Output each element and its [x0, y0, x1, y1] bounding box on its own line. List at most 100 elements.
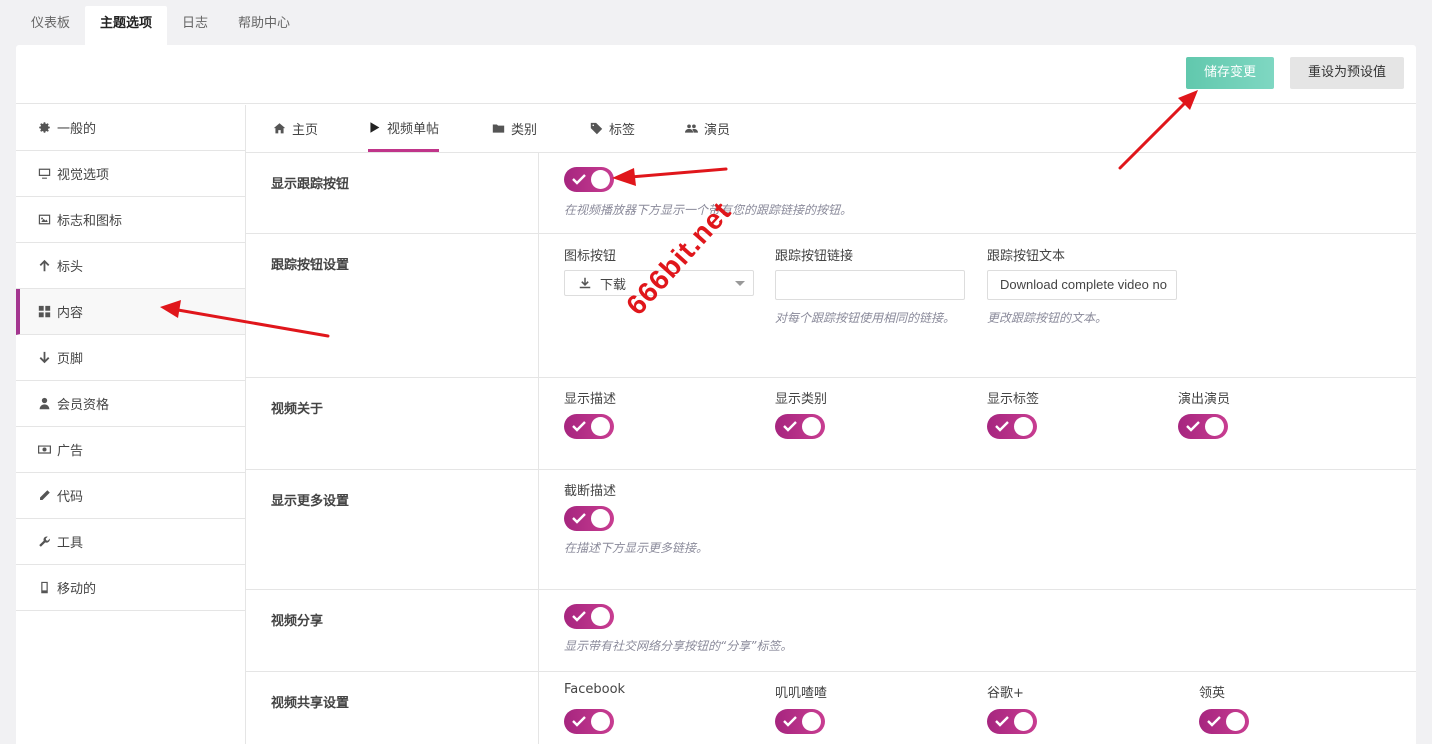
tab-label: 主页	[292, 123, 319, 138]
sidebar-item-label: 标志和图标	[57, 214, 123, 229]
row-label: 视频关于	[246, 378, 539, 469]
top-tab-help[interactable]: 帮助中心	[223, 6, 305, 45]
tracking-link-input[interactable]	[775, 270, 965, 300]
sidebar-item-header[interactable]: 标头	[16, 243, 245, 289]
toggle-knob	[591, 712, 610, 731]
check-icon	[572, 611, 586, 622]
sidebar-item-ads[interactable]: 广告	[16, 427, 245, 473]
tab-home[interactable]: 主页	[273, 105, 318, 152]
toggle-knob	[802, 417, 821, 436]
sidebar-item-label: 会员资格	[57, 398, 110, 413]
row-tracking-settings: 跟踪按钮设置 图标按钮 下载 跟踪按钮链接 对每个跟踪按钮使用相同的链接。 跟踪…	[246, 234, 1416, 378]
reset-defaults-button[interactable]: 重设为预设值	[1290, 57, 1404, 89]
tracking-text-input[interactable]: Download complete video no	[987, 270, 1177, 300]
share-twitter-toggle[interactable]	[775, 709, 825, 734]
toggle-knob	[591, 417, 610, 436]
tab-actors[interactable]: 演员	[685, 105, 730, 152]
check-icon	[783, 716, 797, 727]
sidebar-item-label: 工具	[57, 536, 84, 551]
folder-icon	[492, 124, 505, 133]
sidebar-item-label: 移动的	[57, 582, 97, 597]
tab-video-single[interactable]: 视频单帖	[368, 105, 440, 152]
show-categories-toggle[interactable]	[775, 414, 825, 439]
sidebar-item-visual[interactable]: 视觉选项	[16, 151, 245, 197]
toggle-knob	[591, 170, 610, 189]
field-label: Facebook	[564, 682, 626, 697]
field-label: 图标按钮	[564, 249, 617, 264]
save-changes-button[interactable]: 储存变更	[1186, 57, 1274, 89]
arrow-down-icon	[37, 351, 51, 365]
field-label: 截断描述	[564, 484, 617, 499]
check-icon	[572, 421, 586, 432]
panel-header: 储存变更 重设为预设值	[16, 45, 1416, 104]
field-label: 跟踪按钮文本	[987, 249, 1066, 264]
wrench-icon	[37, 535, 51, 549]
toggle-knob	[1014, 417, 1033, 436]
video-share-toggle[interactable]	[564, 604, 614, 629]
field-description: 显示带有社交网络分享按钮的“分享”标签。	[564, 639, 793, 653]
show-tags-toggle[interactable]	[987, 414, 1037, 439]
toggle-knob	[1226, 712, 1245, 731]
options-panel: 储存变更 重设为预设值 一般的 视觉选项 标志和图标 标头 内容 页脚 会员资格…	[16, 45, 1416, 744]
top-tab-dashboard[interactable]: 仪表板	[16, 6, 85, 45]
sidebar-item-label: 标头	[57, 260, 84, 275]
sidebar-item-label: 一般的	[57, 122, 97, 137]
sidebar-item-footer[interactable]: 页脚	[16, 335, 245, 381]
tab-categories[interactable]: 类别	[492, 105, 537, 152]
top-tab-log[interactable]: 日志	[167, 6, 223, 45]
share-google-toggle[interactable]	[987, 709, 1037, 734]
field-label: 显示类别	[775, 392, 828, 407]
tab-tags[interactable]: 标签	[590, 105, 635, 152]
tab-label: 演员	[704, 123, 731, 138]
arrow-up-icon	[37, 259, 51, 273]
tracking-button-toggle[interactable]	[564, 167, 614, 192]
row-label: 跟踪按钮设置	[246, 234, 539, 377]
top-tab-theme-options[interactable]: 主题选项	[85, 6, 168, 45]
show-actors-toggle[interactable]	[1178, 414, 1228, 439]
sidebar-item-logo[interactable]: 标志和图标	[16, 197, 245, 243]
row-video-share: 视频分享 显示带有社交网络分享按钮的“分享”标签。	[246, 590, 1416, 672]
gear-icon	[37, 121, 51, 135]
row-label: 视频分享	[246, 590, 539, 671]
row-show-more: 显示更多设置 截断描述 在描述下方显示更多链接。	[246, 470, 1416, 590]
tab-label: 类别	[511, 123, 538, 138]
sidebar-item-membership[interactable]: 会员资格	[16, 381, 245, 427]
users-icon	[685, 124, 698, 133]
row-label: 显示更多设置	[246, 470, 539, 589]
field-description: 对每个跟踪按钮使用相同的链接。	[775, 311, 956, 325]
toggle-knob	[802, 712, 821, 731]
toggle-knob	[1205, 417, 1224, 436]
sidebar-item-general[interactable]: 一般的	[16, 105, 245, 151]
sidebar-item-code[interactable]: 代码	[16, 473, 245, 519]
mobile-icon	[37, 581, 51, 595]
check-icon	[995, 716, 1009, 727]
check-icon	[783, 421, 797, 432]
toggle-knob	[591, 607, 610, 626]
share-linkedin-toggle[interactable]	[1199, 709, 1249, 734]
row-label: 显示跟踪按钮	[246, 153, 539, 233]
sidebar-item-content[interactable]: 内容	[16, 289, 245, 335]
truncate-description-toggle[interactable]	[564, 506, 614, 531]
row-tracking-button: 显示跟踪按钮 在视频播放器下方显示一个带有您的跟踪链接的按钮。	[246, 153, 1416, 234]
play-icon	[370, 121, 380, 133]
toggle-knob	[591, 509, 610, 528]
share-facebook-toggle[interactable]	[564, 709, 614, 734]
tab-label: 视频单帖	[387, 121, 440, 137]
show-description-toggle[interactable]	[564, 414, 614, 439]
field-label: 显示描述	[564, 392, 617, 407]
top-nav: 仪表板 主题选项 日志 帮助中心	[16, 6, 305, 45]
sidebar-item-label: 页脚	[57, 352, 84, 367]
sub-tabs: 主页 视频单帖 类别 标签 演员	[246, 105, 1416, 153]
check-icon	[1207, 716, 1221, 727]
sidebar-item-label: 视觉选项	[57, 168, 110, 183]
sidebar-item-tools[interactable]: 工具	[16, 519, 245, 565]
toggle-knob	[1014, 712, 1033, 731]
user-icon	[37, 397, 51, 411]
check-icon	[572, 174, 586, 185]
grid-icon	[37, 305, 51, 319]
sidebar-item-mobile[interactable]: 移动的	[16, 565, 245, 611]
money-icon	[37, 443, 51, 457]
image-icon	[37, 213, 51, 227]
field-description: 在描述下方显示更多链接。	[564, 541, 709, 555]
check-icon	[995, 421, 1009, 432]
